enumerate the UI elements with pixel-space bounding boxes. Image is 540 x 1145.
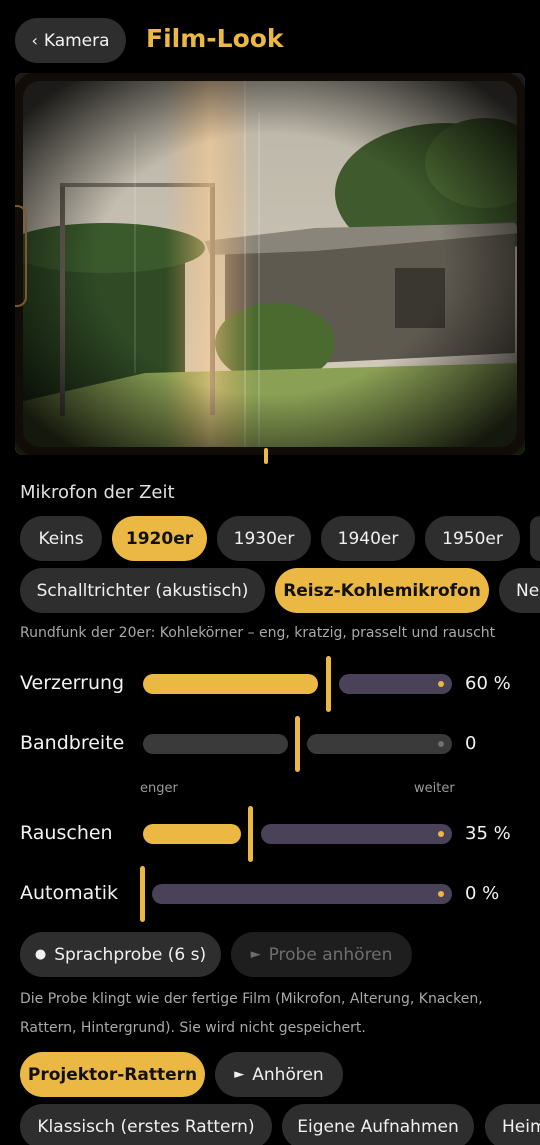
bandwidth-min-label: enger (140, 781, 178, 796)
mic-description: Rundfunk der 20er: Kohlekörner – eng, kr… (20, 625, 496, 641)
projector-preset-custom[interactable]: Eigene Aufnahmen (282, 1104, 474, 1145)
auto-end-dot (438, 891, 444, 897)
header: ‹ Kamera Film-Look (0, 0, 540, 72)
noise-track-fill[interactable] (143, 824, 241, 844)
back-button[interactable]: ‹ Kamera (15, 18, 126, 63)
bandwidth-track-left[interactable] (143, 734, 288, 754)
distortion-track-fill[interactable] (143, 674, 318, 694)
sample-note-line-2: Rattern, Hintergrund). Sie wird nicht ge… (20, 1020, 366, 1036)
preview-left-handle[interactable] (15, 205, 27, 307)
projector-preset-classic[interactable]: Klassisch (erstes Rattern) (20, 1104, 272, 1145)
chevron-left-icon: ‹ (31, 31, 38, 50)
bandwidth-thumb[interactable] (295, 716, 300, 772)
era-chip-1950s[interactable]: 1950er (425, 516, 520, 561)
bandwidth-max-label: weiter (414, 781, 455, 796)
play-sample-label: Probe anhören (268, 944, 393, 965)
bandwidth-end-dot (438, 741, 444, 747)
mic-type-chip-horn[interactable]: Schalltrichter (akustisch) (20, 568, 265, 613)
era-chip-1930s[interactable]: 1930er (217, 516, 311, 561)
distortion-end-dot (438, 681, 444, 687)
projector-listen-button[interactable]: ► Anhören (215, 1052, 343, 1097)
auto-track-rest[interactable] (152, 884, 452, 904)
auto-thumb[interactable] (140, 866, 145, 922)
auto-label: Automatik (20, 882, 118, 904)
distortion-label: Verzerrung (20, 672, 125, 694)
projector-listen-label: Anhören (252, 1064, 324, 1085)
auto-value: 0 % (465, 883, 500, 904)
record-sample-label: Sprachprobe (6 s) (54, 944, 207, 965)
page-title: Film-Look (146, 24, 284, 53)
play-icon: ► (250, 947, 261, 962)
sample-note-line-1: Die Probe klingt wie der fertige Film (M… (20, 991, 483, 1007)
distortion-value: 60 % (465, 673, 511, 694)
microphone-section-label: Mikrofon der Zeit (20, 482, 175, 503)
era-chip-none[interactable]: Keins (20, 516, 102, 561)
noise-value: 35 % (465, 823, 511, 844)
bandwidth-label: Bandbreite (20, 732, 125, 754)
mic-type-chip-next[interactable]: Ne (499, 568, 540, 613)
noise-thumb[interactable] (248, 806, 253, 862)
era-chip-1920s[interactable]: 1920er (112, 516, 207, 561)
era-chip-1940s[interactable]: 1940er (321, 516, 415, 561)
distortion-track-rest[interactable] (339, 674, 452, 694)
play-icon: ► (234, 1067, 245, 1082)
preview-scrub-marker[interactable] (264, 448, 268, 464)
back-button-label: Kamera (43, 30, 110, 51)
projector-rattle-toggle[interactable]: Projektor-Rattern (20, 1052, 205, 1097)
distortion-thumb[interactable] (326, 656, 331, 712)
noise-track-rest[interactable] (261, 824, 452, 844)
mic-type-chip-carbon[interactable]: Reisz-Kohlemikrofon (275, 568, 489, 613)
bandwidth-value: 0 (465, 733, 477, 754)
play-sample-button[interactable]: ► Probe anhören (231, 932, 412, 977)
projector-preset-home[interactable]: Heim (485, 1104, 540, 1145)
bandwidth-track-right[interactable] (307, 734, 452, 754)
record-sample-button[interactable]: ● Sprachprobe (6 s) (20, 932, 221, 977)
era-chip-more[interactable] (530, 516, 540, 561)
noise-end-dot (438, 831, 444, 837)
noise-label: Rauschen (20, 822, 113, 844)
record-dot-icon: ● (34, 947, 47, 962)
film-preview-image[interactable] (15, 73, 525, 455)
